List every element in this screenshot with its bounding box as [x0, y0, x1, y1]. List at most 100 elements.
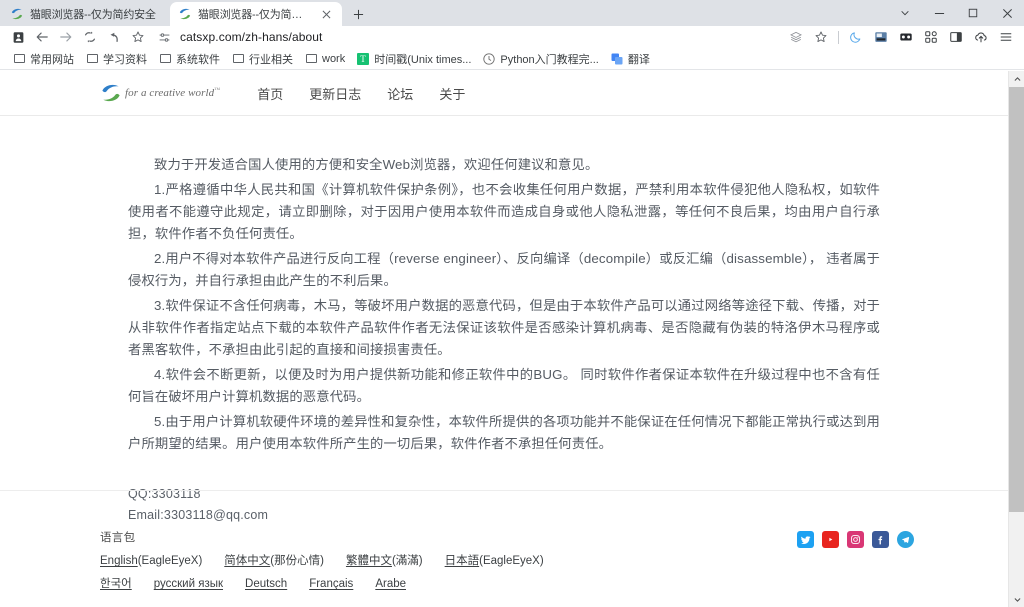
cloud-upload-icon[interactable]: [969, 27, 993, 47]
trademark-symbol: ™: [214, 87, 221, 94]
url-text: catsxp.com/zh-hans/about: [180, 30, 323, 44]
article-paragraph-5: 5.由于用户计算机软硬件环境的差异性和复杂性，本软件所提供的各项功能并不能保证在…: [128, 414, 880, 451]
folder-icon: [13, 53, 25, 65]
language-link-korean[interactable]: 한국어: [100, 575, 132, 591]
bookmark-label: 常用网站: [30, 53, 74, 66]
bookmark-item[interactable]: Python入门教程完...: [478, 49, 603, 69]
folder-icon: [305, 53, 317, 65]
nav-link-home[interactable]: 首页: [244, 84, 296, 103]
language-link-traditional-chinese[interactable]: 繁體中文(滿滿): [346, 552, 423, 568]
language-link-arabic[interactable]: Arabe: [375, 578, 406, 590]
folder-icon: [232, 53, 244, 65]
catsxp-logo-icon: [10, 7, 24, 21]
site-footer: 语言包 English(EagleEyeX) 简体中文(那份心情) 繁體中文(滿…: [0, 491, 1008, 598]
bookmarks-bar: 常用网站 学习资料 系统软件 行业相关 work T 时间戳(Unix time…: [0, 48, 1024, 70]
forward-arrow-icon[interactable]: [54, 27, 78, 47]
bookmark-label: 系统软件: [176, 53, 220, 66]
nav-link-changelog[interactable]: 更新日志: [296, 84, 374, 103]
screenshot-icon[interactable]: [869, 27, 893, 47]
reload-icon[interactable]: [78, 27, 102, 47]
folder-icon: [86, 53, 98, 65]
chevron-down-icon[interactable]: [888, 0, 922, 26]
catsxp-logo-icon: [100, 82, 122, 104]
bookmark-item[interactable]: 学习资料: [81, 49, 152, 69]
tab-title: 猫眼浏览器--仅为简约安全: [198, 9, 313, 21]
bookmark-item[interactable]: 系统软件: [154, 49, 225, 69]
new-tab-button[interactable]: [345, 2, 371, 26]
article-paragraph-3: 3.软件保证不含任何病毒，木马，等破坏用户数据的恶意代码，但是由于本软件产品可以…: [128, 298, 880, 357]
star-icon[interactable]: [809, 27, 833, 47]
translate-favicon: [611, 53, 623, 65]
browser-toolbar: catsxp.com/zh-hans/about: [0, 26, 1024, 48]
language-link-simplified-chinese[interactable]: 简体中文(那份心情): [224, 552, 324, 568]
site-header: for a creative world™ 首页 更新日志 论坛 关于: [0, 71, 1008, 116]
about-article: 致力于开发适合国人使用的方便和安全Web浏览器，欢迎任何建议和意见。 1.严格遵…: [0, 116, 1008, 526]
home-arrow-icon[interactable]: [102, 27, 126, 47]
scroll-up-arrow[interactable]: [1009, 71, 1024, 87]
profile-badge-icon[interactable]: [6, 27, 30, 47]
window-controls: [888, 0, 1024, 26]
bookmark-item[interactable]: 行业相关: [227, 49, 298, 69]
bookmark-label: 翻译: [627, 53, 650, 66]
language-link-japanese[interactable]: 日本語(EagleEyeX): [445, 552, 544, 568]
glasses-icon[interactable]: [894, 27, 918, 47]
social-links: [797, 531, 914, 548]
catsxp-logo-icon: [178, 7, 192, 21]
instagram-icon[interactable]: [847, 531, 864, 548]
folder-icon: [159, 53, 171, 65]
language-row-2: 한국어 русский язык Deutsch Français Arabe: [100, 575, 1008, 591]
toolbar-divider: [838, 30, 839, 44]
brand-tagline: for a creative world™: [125, 87, 221, 99]
bookmark-label: 行业相关: [249, 53, 293, 66]
facebook-icon[interactable]: [872, 531, 889, 548]
tab-title: 猫眼浏览器--仅为简约安全: [30, 9, 156, 21]
close-tab-icon[interactable]: [319, 7, 334, 22]
bookmark-item[interactable]: 翻译: [606, 49, 655, 69]
bookmark-label: 学习资料: [103, 53, 147, 66]
article-paragraph-2: 2.用户不得对本软件产品进行反向工程（reverse engineer）、反向编…: [128, 251, 880, 288]
layers-icon[interactable]: [784, 27, 808, 47]
nav-link-forum[interactable]: 论坛: [374, 84, 426, 103]
browser-tab-1[interactable]: 猫眼浏览器--仅为简约安全: [2, 2, 170, 26]
apps-grid-icon[interactable]: [919, 27, 943, 47]
article-intro: 致力于开发适合国人使用的方便和安全Web浏览器，欢迎任何建议和意见。: [154, 157, 599, 172]
sliders-icon[interactable]: [156, 27, 172, 47]
twitter-icon[interactable]: [797, 531, 814, 548]
page-viewport: for a creative world™ 首页 更新日志 论坛 关于 致力于开…: [0, 71, 1024, 607]
scrollbar-thumb[interactable]: [1009, 87, 1024, 512]
nav-link-about[interactable]: 关于: [426, 84, 478, 103]
bookmark-label: Python入门教程完...: [500, 53, 599, 66]
menu-icon[interactable]: [994, 27, 1018, 47]
address-bar[interactable]: catsxp.com/zh-hans/about: [150, 27, 784, 47]
bookmark-item[interactable]: work: [300, 51, 350, 67]
bookmark-label: work: [322, 52, 346, 65]
svg-text:T: T: [360, 54, 366, 64]
tab-strip: 猫眼浏览器--仅为简约安全 猫眼浏览器--仅为简约安全: [0, 0, 1024, 26]
split-panel-icon[interactable]: [944, 27, 968, 47]
scroll-down-arrow[interactable]: [1009, 591, 1024, 607]
web-page: for a creative world™ 首页 更新日志 论坛 关于 致力于开…: [0, 71, 1008, 607]
article-paragraph-4: 4.软件会不断更新，以便及时为用户提供新功能和修正软件中的BUG。 同时软件作者…: [128, 367, 880, 404]
close-icon[interactable]: [990, 0, 1024, 26]
back-arrow-icon[interactable]: [30, 27, 54, 47]
bookmark-item[interactable]: T 时间戳(Unix times...: [352, 49, 476, 69]
language-link-german[interactable]: Deutsch: [245, 578, 287, 590]
language-row-1: English(EagleEyeX) 简体中文(那份心情) 繁體中文(滿滿) 日…: [100, 552, 1008, 568]
page-scrollbar[interactable]: [1008, 71, 1024, 607]
minimize-icon[interactable]: [922, 0, 956, 26]
language-link-french[interactable]: Français: [309, 578, 353, 590]
star-icon[interactable]: [126, 27, 150, 47]
language-link-russian[interactable]: русский язык: [154, 578, 223, 590]
article-paragraph-1: 1.严格遵循中华人民共和国《计算机软件保护条例》，也不会收集任何用户数据，严禁利…: [128, 182, 880, 241]
python-favicon: [483, 52, 496, 65]
telegram-icon[interactable]: [897, 531, 914, 548]
bookmark-item[interactable]: 常用网站: [8, 49, 79, 69]
moon-icon[interactable]: [844, 27, 868, 47]
youtube-icon[interactable]: [822, 531, 839, 548]
browser-tab-2[interactable]: 猫眼浏览器--仅为简约安全: [170, 2, 342, 26]
maximize-icon[interactable]: [956, 0, 990, 26]
bookmark-label: 时间戳(Unix times...: [374, 53, 472, 66]
site-logo[interactable]: for a creative world™: [100, 82, 220, 104]
browser-window: 猫眼浏览器--仅为简约安全 猫眼浏览器--仅为简约安全 catsxp.com/z…: [0, 0, 1024, 607]
language-link-english[interactable]: English(EagleEyeX): [100, 555, 202, 567]
